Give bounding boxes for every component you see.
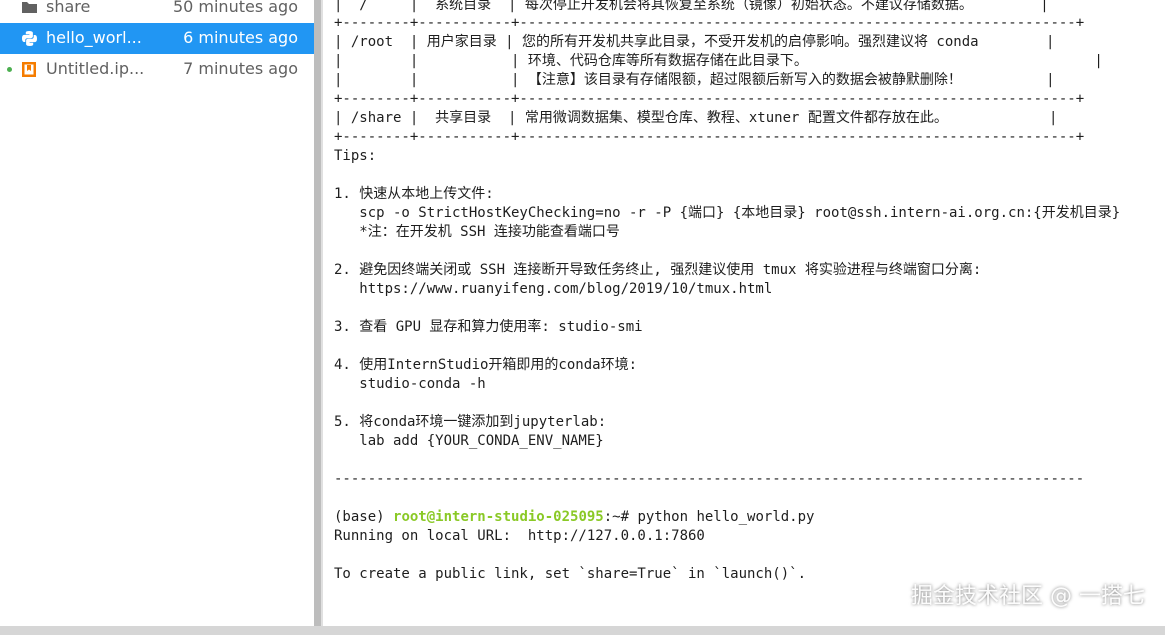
- file-row-hello-world[interactable]: hello_worl... 6 minutes ago: [0, 23, 314, 54]
- terminal-line: 3. 查看 GPU 显存和算力使用率: studio-smi: [334, 319, 643, 335]
- file-modified: 50 minutes ago: [172, 0, 298, 16]
- prompt-cwd: :~: [603, 509, 621, 525]
- prompt-env: (base): [334, 509, 394, 525]
- terminal-prompt-line: (base) root@intern-studio-025095:~# pyth…: [334, 508, 814, 527]
- terminal-line: | | | 【注意】该目录有存储限额，超过限额后新写入的数据会被静默删除！ |: [334, 72, 1055, 88]
- prompt-command: python hello_world.py: [637, 509, 815, 525]
- file-modified: 6 minutes ago: [183, 28, 298, 47]
- terminal-line: ----------------------------------------…: [334, 471, 1085, 487]
- file-modified: 7 minutes ago: [183, 59, 298, 78]
- file-name: hello_worl...: [46, 28, 142, 47]
- file-row-untitled-notebook[interactable]: Untitled.ip... 7 minutes ago: [0, 54, 314, 85]
- terminal-line: lab add {YOUR_CONDA_ENV_NAME}: [334, 433, 604, 449]
- watermark: 掘金技术社区 @ 一搭七: [911, 584, 1145, 609]
- terminal-line: Tips:: [334, 148, 377, 164]
- terminal-line: 1. 快速从本地上传文件:: [334, 186, 494, 202]
- file-name: Untitled.ip...: [46, 59, 145, 78]
- terminal-line: To create a public link, set `share=True…: [334, 566, 807, 582]
- file-browser: share 50 minutes ago hello_worl... 6 min…: [0, 0, 314, 626]
- file-name: share: [46, 0, 91, 16]
- terminal-line: Running on local URL: http://127.0.0.1:7…: [334, 528, 705, 544]
- terminal-line: | /root | 用户家目录 | 您的所有开发机共享此目录，不受开发机的启停影…: [334, 34, 1055, 50]
- folder-icon: [20, 0, 38, 16]
- bottom-border: [0, 626, 1165, 635]
- terminal-line: | / | 系统目录 | 每次停止开发机会将其恢复至系统（镜像）初始状态。不建议…: [334, 0, 1049, 13]
- terminal-line: | | | 环境、代码仓库等所有数据存储在此目录下。 |: [334, 53, 1103, 69]
- terminal-line: | /share | 共享目录 | 常用微调数据集、模型仓库、教程、xtuner…: [334, 110, 1058, 126]
- prompt-user-host: root@intern-studio-025095: [393, 509, 604, 525]
- prompt-symbol: #: [620, 509, 638, 525]
- python-file-icon: [20, 29, 38, 47]
- terminal-line: studio-conda -h: [334, 376, 486, 392]
- terminal-line: scp -o StrictHostKeyChecking=no -r -P {端…: [334, 205, 1121, 221]
- terminal-line: +--------+-----------+------------------…: [334, 91, 1085, 107]
- terminal-line: 5. 将conda环境一键添加到jupyterlab:: [334, 414, 607, 430]
- terminal-line: +--------+-----------+------------------…: [334, 129, 1085, 145]
- running-indicator-icon: [7, 67, 12, 72]
- terminal-line: *注：在开发机 SSH 连接功能查看端口号: [334, 224, 620, 240]
- file-row-share[interactable]: share 50 minutes ago: [0, 0, 314, 23]
- terminal-line: 4. 使用InternStudio开箱即用的conda环境:: [334, 357, 638, 373]
- terminal-panel[interactable]: | / | 系统目录 | 每次停止开发机会将其恢复至系统（镜像）初始状态。不建议…: [323, 0, 1165, 626]
- terminal-line: 2. 避免因终端关闭或 SSH 连接断开导致任务终止, 强烈建议使用 tmux …: [334, 262, 982, 278]
- notebook-file-icon: [20, 60, 38, 78]
- terminal-line: +--------+-----------+------------------…: [334, 15, 1085, 31]
- terminal-line: https://www.ruanyifeng.com/blog/2019/10/…: [334, 281, 773, 297]
